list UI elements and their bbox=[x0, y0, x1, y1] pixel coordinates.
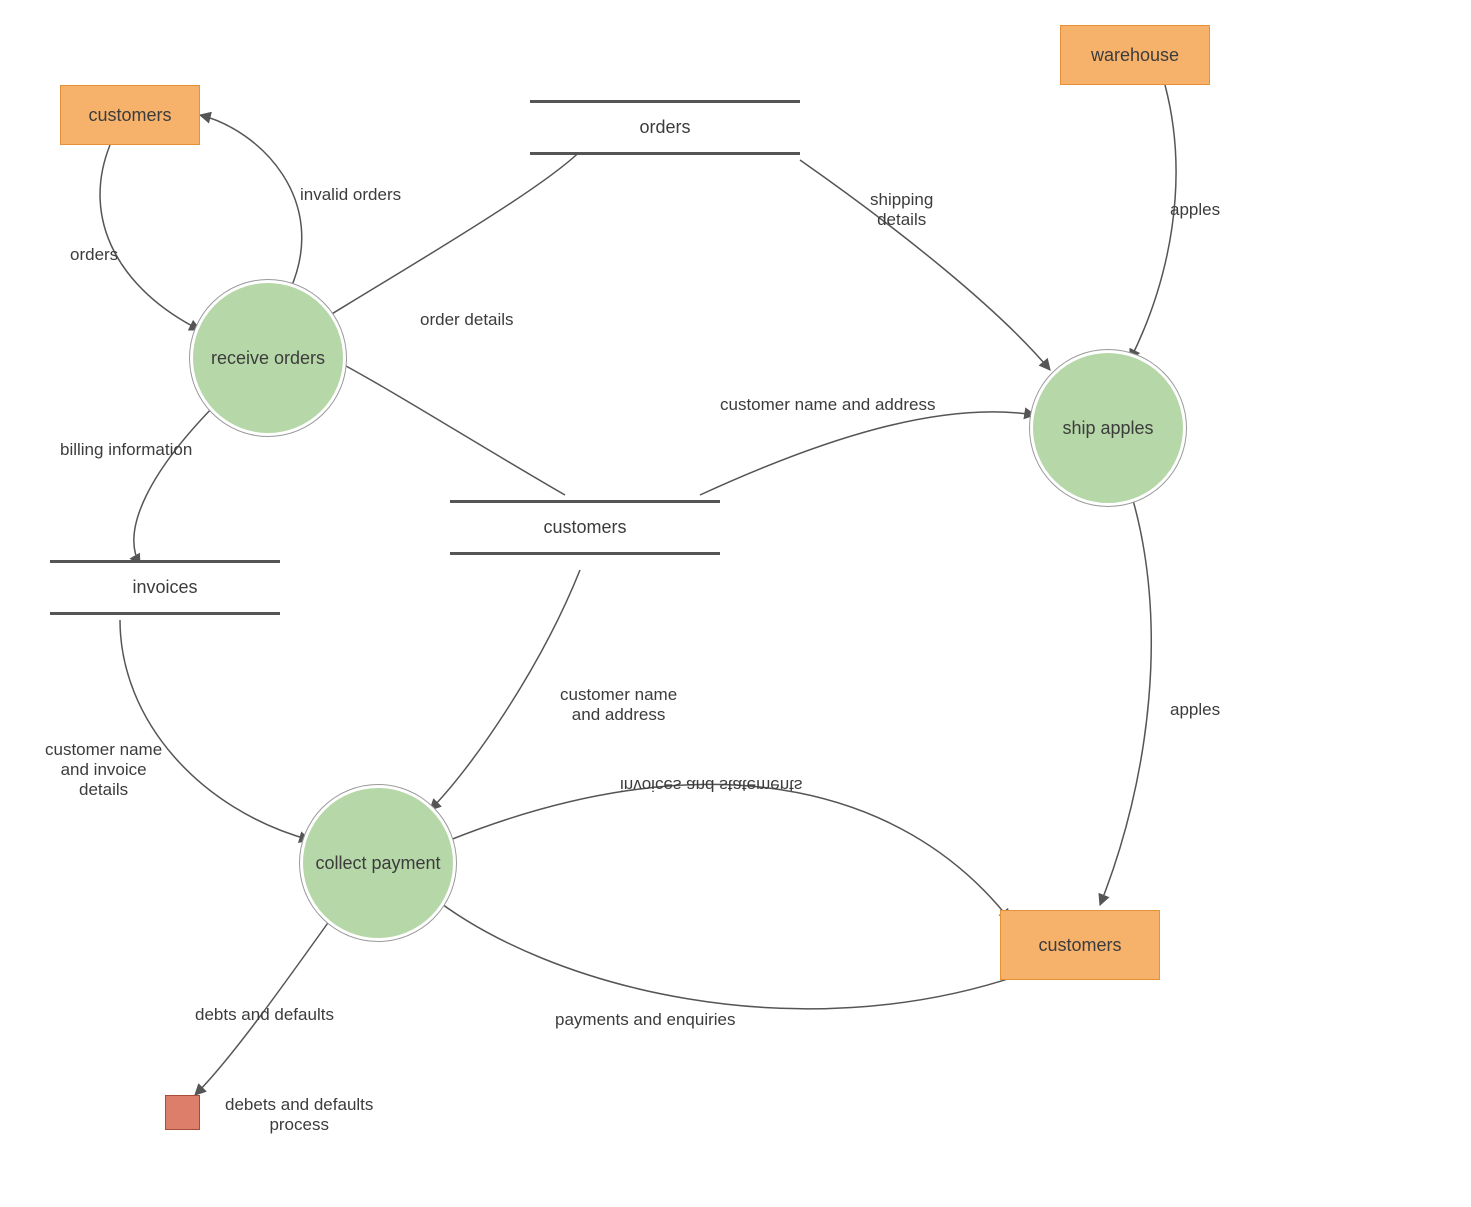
entity-customers-bottom: customers bbox=[1000, 910, 1160, 980]
label-orders: orders bbox=[70, 245, 118, 265]
store-invoices: invoices bbox=[50, 560, 280, 615]
store-orders: orders bbox=[530, 100, 800, 155]
entity-customers-top: customers bbox=[60, 85, 200, 145]
label-billing-info: billing information bbox=[60, 440, 192, 460]
process-ship-apples: ship apples bbox=[1030, 350, 1186, 506]
label-debts-defaults: debts and defaults bbox=[195, 1005, 334, 1025]
entity-warehouse: warehouse bbox=[1060, 25, 1210, 85]
label-apples-out: apples bbox=[1170, 700, 1220, 720]
label-invalid-orders: invalid orders bbox=[300, 185, 401, 205]
label-apples-in: apples bbox=[1170, 200, 1220, 220]
label-shipping-details: shipping details bbox=[870, 190, 933, 230]
label-cust-name-invoice: customer name and invoice details bbox=[45, 740, 162, 800]
label-cust-name-addr-1: customer name and address bbox=[720, 395, 935, 415]
label-order-details: order details bbox=[420, 310, 514, 330]
terminator-debts-defaults bbox=[165, 1095, 200, 1130]
label-cust-name-addr-2: customer name and address bbox=[560, 685, 677, 725]
store-customers: customers bbox=[450, 500, 720, 555]
label-terminator: debets and defaults process bbox=[225, 1095, 373, 1135]
label-invoices-statements: invoices and statements bbox=[620, 775, 802, 795]
label-payments-enquiries: payments and enquiries bbox=[555, 1010, 736, 1030]
process-receive-orders: receive orders bbox=[190, 280, 346, 436]
process-collect-payment: collect payment bbox=[300, 785, 456, 941]
